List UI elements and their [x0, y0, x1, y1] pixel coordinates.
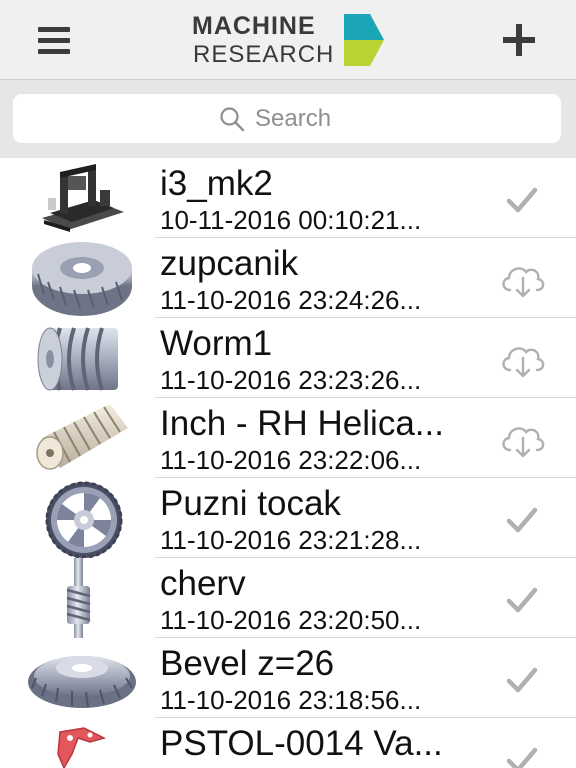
- list-item[interactable]: PSTOL-0014 Va...: [0, 718, 576, 768]
- bracket-part-thumbnail: [57, 727, 107, 768]
- item-title: zupcanik: [160, 244, 299, 283]
- checkmark-icon[interactable]: [497, 658, 547, 702]
- spur-gear-thumbnail: [45, 481, 123, 558]
- item-title: i3_mk2: [160, 164, 273, 203]
- logo-text-machine: MACHINE: [192, 12, 316, 40]
- cloud-download-icon[interactable]: [497, 258, 547, 302]
- item-date: 11-10-2016 23:24:26...: [160, 285, 422, 315]
- add-model-button[interactable]: [503, 24, 535, 56]
- item-title: cherv: [160, 564, 246, 603]
- item-title: Bevel z=26: [160, 644, 335, 683]
- search-field[interactable]: [13, 94, 561, 143]
- printer-thumbnail: [42, 164, 124, 232]
- item-date: 11-10-2016 23:23:26...: [160, 365, 422, 395]
- model-list: i3_mk2 10-11-2016 00:10:21... zupcanik 1…: [0, 158, 576, 768]
- list-item[interactable]: Worm1 11-10-2016 23:23:26...: [0, 318, 576, 398]
- search-input[interactable]: [255, 104, 355, 133]
- item-title: Puzni tocak: [160, 484, 341, 523]
- list-item[interactable]: zupcanik 11-10-2016 23:24:26...: [0, 238, 576, 318]
- item-title: Worm1: [160, 324, 273, 363]
- logo-text-research: RESEARCH: [193, 41, 335, 68]
- machine-research-logo: MACHINE RESEARCH: [192, 12, 392, 70]
- item-date: 11-10-2016 23:22:06...: [160, 445, 422, 475]
- logo-chevron-icon: [344, 14, 384, 66]
- cloud-download-icon[interactable]: [497, 418, 547, 462]
- hamburger-menu-icon[interactable]: [38, 27, 70, 55]
- list-item[interactable]: Inch - RH Helica... 11-10-2016 23:22:06.…: [0, 398, 576, 478]
- helical-gear-thumbnail: [32, 242, 132, 316]
- checkmark-icon[interactable]: [497, 178, 547, 222]
- checkmark-icon[interactable]: [497, 498, 547, 542]
- item-date: 11-10-2016 23:21:28...: [160, 525, 422, 555]
- item-date: 11-10-2016 23:20:50...: [160, 605, 422, 635]
- item-title: PSTOL-0014 Va...: [160, 724, 443, 763]
- search-icon: [220, 106, 245, 131]
- list-item[interactable]: cherv 11-10-2016 23:20:50...: [0, 558, 576, 638]
- bevel-gear-thumbnail: [28, 656, 136, 708]
- list-item[interactable]: Bevel z=26 11-10-2016 23:18:56...: [0, 638, 576, 718]
- worm-thumbnail: [37, 327, 118, 391]
- checkmark-icon[interactable]: [497, 738, 547, 768]
- item-date: 11-10-2016 23:18:56...: [160, 685, 422, 715]
- list-item[interactable]: Puzni tocak 11-10-2016 23:21:28...: [0, 478, 576, 558]
- list-item[interactable]: i3_mk2 10-11-2016 00:10:21...: [0, 158, 576, 238]
- item-date: 10-11-2016 00:10:21...: [160, 205, 422, 235]
- item-title: Inch - RH Helica...: [160, 404, 444, 443]
- search-bar: [0, 80, 576, 158]
- worm-shaft-thumbnail: [66, 558, 91, 638]
- helical-rod-thumbnail: [36, 404, 128, 470]
- checkmark-icon[interactable]: [497, 578, 547, 622]
- app-header: MACHINE RESEARCH: [0, 0, 576, 80]
- cloud-download-icon[interactable]: [497, 338, 547, 382]
